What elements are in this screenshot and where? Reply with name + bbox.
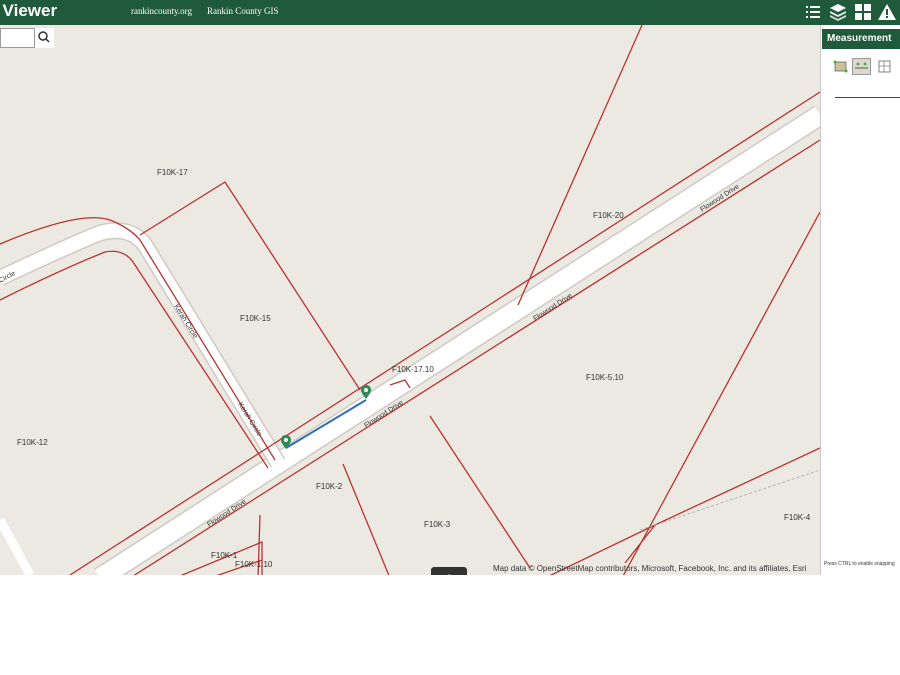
search-input[interactable] (2, 30, 36, 46)
search-button[interactable] (34, 28, 54, 48)
parcel-label: F10K-5.10 (586, 373, 624, 382)
search-icon (38, 31, 50, 43)
parcel-label: F10K-3 (424, 520, 451, 529)
parcel-label: F10K-2 (316, 482, 343, 491)
road-left-edge (0, 517, 34, 575)
distance-icon[interactable] (852, 58, 871, 75)
warning-icon[interactable] (877, 2, 897, 22)
chevron-up-icon (445, 574, 453, 579)
link-rankin-gis[interactable]: Rankin County GIS (207, 6, 279, 16)
map-view[interactable]: F10K-17 F10K-20 F10K-15 F10K-17.10 F10K-… (0, 25, 820, 575)
snap-hint: Press CTRL to enable snapping (824, 561, 895, 567)
area-icon[interactable] (832, 59, 849, 74)
app-title: ap Viewer (0, 1, 58, 20)
collapse-button[interactable] (431, 567, 467, 579)
list-icon[interactable] (803, 2, 823, 22)
header-bar: ap Viewer rankincounty.org Rankin County… (0, 0, 900, 25)
parcel-label: F10K-17 (157, 168, 188, 177)
link-rankincounty[interactable]: rankincounty.org (131, 6, 192, 16)
parcel-label: F10K-12 (17, 438, 48, 447)
layers-icon[interactable] (828, 2, 848, 22)
parcel-label: F10K-15 (240, 314, 271, 323)
location-icon[interactable] (876, 59, 893, 74)
parcel-label: F10K-4 (784, 513, 811, 522)
road-kerah (0, 223, 284, 467)
panel-title: Measurement (822, 29, 900, 49)
parcel-label: F10K-1 (211, 551, 238, 560)
map-attribution: Map data © OpenStreetMap contributors, M… (493, 564, 807, 573)
parcel-label: F10K-20 (593, 211, 624, 220)
parcel-label: F10K-17.10 (392, 365, 434, 374)
measurement-panel (820, 25, 900, 575)
grid-icon[interactable] (853, 2, 873, 22)
parcel-lines (0, 25, 820, 575)
parcel-label: F10K-1.10 (235, 560, 273, 569)
panel-divider (835, 97, 900, 98)
